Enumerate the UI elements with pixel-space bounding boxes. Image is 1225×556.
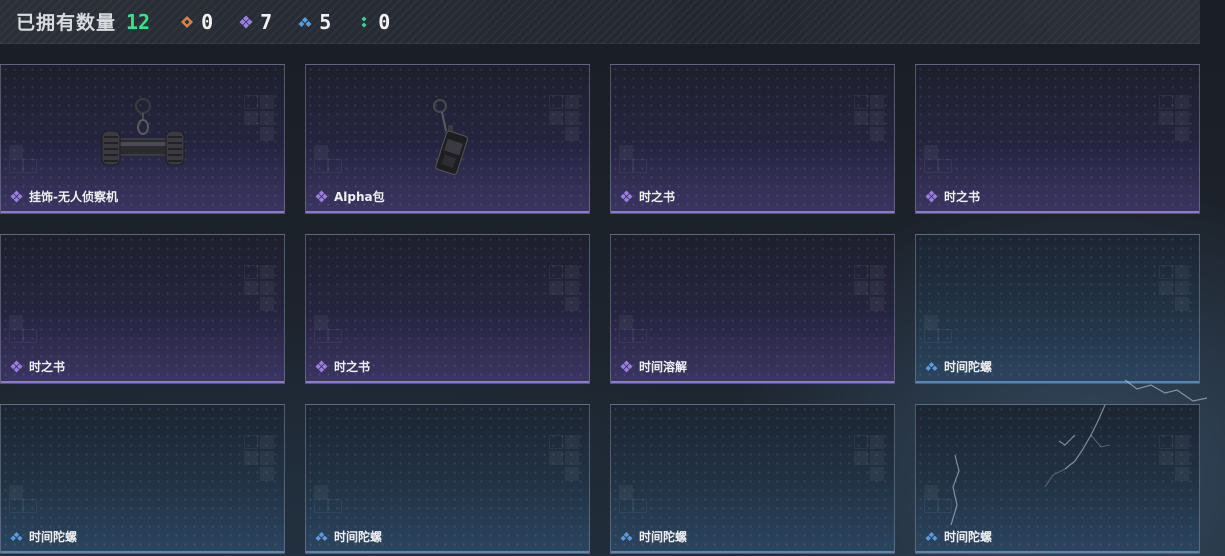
- card-pattern-decoration: [924, 145, 952, 173]
- item-name-row: 时之书: [315, 358, 370, 375]
- item-name: 时间陀螺: [29, 530, 78, 544]
- item-name-row: 时间陀螺: [925, 528, 992, 545]
- card-pattern-decoration: [1159, 435, 1189, 481]
- card-pattern-decoration: [854, 265, 884, 311]
- item-card[interactable]: 时间溶解: [610, 234, 895, 384]
- item-name: 时间陀螺: [944, 360, 993, 374]
- item-card[interactable]: 时之书: [915, 64, 1200, 214]
- purple-rarity-icon: [620, 360, 633, 373]
- orange-rarity-count: 0: [180, 10, 213, 34]
- orange-rarity-value: 0: [201, 9, 214, 34]
- green-rarity-icon: [361, 16, 367, 27]
- card-pattern-decoration: [854, 435, 884, 481]
- card-pattern-decoration: [244, 435, 274, 481]
- card-pattern-decoration: [244, 95, 274, 141]
- item-name-row: 时间陀螺: [10, 528, 77, 545]
- card-pattern-decoration: [9, 315, 37, 343]
- card-pattern-decoration: [314, 315, 342, 343]
- card-pattern-decoration: [619, 485, 647, 513]
- card-pattern-decoration: [549, 435, 579, 481]
- purple-rarity-icon: [10, 190, 23, 203]
- item-card[interactable]: 时之书: [610, 64, 895, 214]
- card-pattern-decoration: [619, 315, 647, 343]
- card-pattern-decoration: [9, 145, 37, 173]
- item-name-row: 挂饰-无人侦察机: [10, 188, 118, 205]
- purple-rarity-count: 7: [239, 10, 272, 34]
- item-card[interactable]: Alpha包: [305, 64, 590, 214]
- card-pattern-decoration: [1159, 265, 1189, 311]
- owned-count-value: 12: [126, 9, 151, 34]
- card-pattern-decoration: [314, 145, 342, 173]
- item-card[interactable]: 挂饰-无人侦察机: [0, 64, 285, 214]
- blue-rarity-icon: [925, 362, 938, 371]
- card-pattern-decoration: [244, 265, 274, 311]
- item-name-row: 时间陀螺: [620, 528, 687, 545]
- blue-rarity-value: 5: [319, 9, 332, 34]
- blue-rarity-icon: [315, 532, 328, 541]
- item-card[interactable]: 时间陀螺: [915, 404, 1200, 554]
- green-rarity-value: 0: [378, 9, 391, 34]
- item-name: Alpha包: [334, 190, 385, 204]
- item-name: 时间陀螺: [334, 530, 383, 544]
- card-pattern-decoration: [924, 315, 952, 343]
- drone-charm-art: [101, 97, 184, 166]
- item-card[interactable]: 时间陀螺: [610, 404, 895, 554]
- card-pattern-decoration: [549, 265, 579, 311]
- purple-rarity-value: 7: [260, 9, 273, 34]
- item-name-row: 时之书: [925, 188, 980, 205]
- item-name-row: 时间陀螺: [925, 358, 992, 375]
- item-name-row: Alpha包: [315, 188, 385, 205]
- blue-rarity-count: 5: [298, 10, 331, 34]
- item-name: 时之书: [944, 190, 981, 204]
- item-name: 时间溶解: [639, 360, 688, 374]
- card-pattern-decoration: [924, 485, 952, 513]
- blue-rarity-icon: [925, 532, 938, 541]
- purple-rarity-icon: [925, 190, 938, 203]
- item-name: 时之书: [334, 360, 371, 374]
- item-card[interactable]: 时间陀螺: [305, 404, 590, 554]
- inventory-summary-bar: 已拥有数量 12 0 7 5 0: [0, 0, 1200, 44]
- purple-rarity-icon: [239, 15, 253, 28]
- item-card[interactable]: 时间陀螺: [915, 234, 1200, 384]
- item-name-row: 时之书: [620, 188, 675, 205]
- card-pattern-decoration: [549, 95, 579, 141]
- item-name: 时间陀螺: [944, 530, 993, 544]
- item-card[interactable]: 时之书: [305, 234, 590, 384]
- card-pattern-decoration: [619, 145, 647, 173]
- item-grid: 挂饰-无人侦察机 Alpha包 时之书 时之书 时之书 时之书 时间溶解 时间陀螺 时间陀螺 时间…: [0, 64, 1200, 554]
- blue-rarity-icon: [10, 532, 23, 541]
- item-card[interactable]: 时间陀螺: [0, 404, 285, 554]
- alpha-bag-charm-art: [432, 99, 468, 175]
- blue-rarity-icon: [298, 16, 312, 27]
- item-name-row: 时间陀螺: [315, 528, 382, 545]
- item-name: 时间陀螺: [639, 530, 688, 544]
- green-rarity-count: 0: [357, 10, 390, 34]
- item-name-row: 时间溶解: [620, 358, 687, 375]
- card-pattern-decoration: [314, 485, 342, 513]
- purple-rarity-icon: [315, 190, 328, 203]
- item-name-row: 时之书: [10, 358, 65, 375]
- card-pattern-decoration: [854, 95, 884, 141]
- purple-rarity-icon: [620, 190, 633, 203]
- card-pattern-decoration: [1159, 95, 1189, 141]
- orange-rarity-icon: [181, 15, 194, 28]
- item-card[interactable]: 时之书: [0, 234, 285, 384]
- item-name: 时之书: [639, 190, 676, 204]
- item-name: 挂饰-无人侦察机: [29, 190, 118, 204]
- owned-count-label: 已拥有数量: [16, 12, 117, 34]
- blue-rarity-icon: [620, 532, 633, 541]
- card-pattern-decoration: [9, 485, 37, 513]
- item-name: 时之书: [29, 360, 66, 374]
- purple-rarity-icon: [315, 360, 328, 373]
- purple-rarity-icon: [10, 360, 23, 373]
